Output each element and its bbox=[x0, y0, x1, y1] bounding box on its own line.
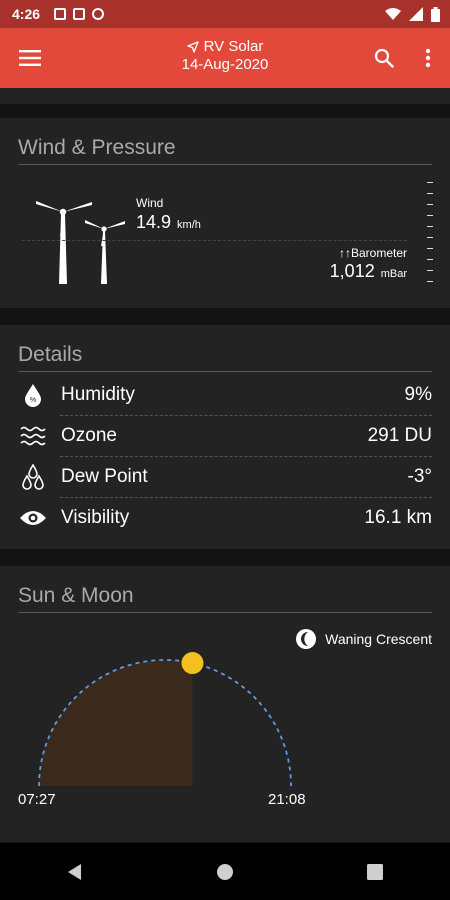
sunrise-time: 07:27 bbox=[18, 791, 56, 808]
barometer-label: Barometer bbox=[350, 246, 407, 260]
status-time: 4:26 bbox=[12, 6, 41, 22]
detail-row-humidity: % Humidity 9% bbox=[18, 375, 432, 415]
barometer-scale bbox=[427, 182, 433, 292]
svg-text:%: % bbox=[30, 397, 36, 404]
details-divider bbox=[18, 371, 432, 372]
search-icon bbox=[374, 48, 394, 68]
wind-baseline bbox=[22, 240, 407, 241]
wind-unit: km/h bbox=[177, 219, 201, 231]
detail-label: Dew Point bbox=[61, 466, 148, 487]
detail-label: Ozone bbox=[61, 425, 117, 446]
detail-label: Visibility bbox=[61, 507, 130, 528]
details-title: Details bbox=[18, 343, 83, 366]
barometer-label-group: ↑↑Barometer bbox=[339, 246, 407, 260]
hamburger-menu-icon bbox=[19, 50, 41, 66]
recents-button[interactable] bbox=[345, 843, 405, 900]
back-button[interactable] bbox=[45, 843, 105, 900]
sunset-time: 21:08 bbox=[268, 791, 306, 808]
detail-row-dew-point: Dew Point -3° bbox=[18, 457, 432, 497]
sync-icon bbox=[92, 8, 105, 20]
daylight-area bbox=[39, 660, 193, 786]
detail-row-visibility: Visibility 16.1 km bbox=[18, 498, 432, 538]
system-icons bbox=[385, 6, 440, 22]
barometer-unit: mBar bbox=[380, 268, 407, 280]
detail-value: 291 DU bbox=[367, 425, 432, 446]
detail-value: 16.1 km bbox=[364, 507, 432, 528]
detail-value: -3° bbox=[407, 466, 433, 487]
back-triangle-icon bbox=[68, 863, 81, 880]
home-circle-icon bbox=[217, 863, 233, 880]
barometer-value: 1,012 bbox=[329, 261, 375, 281]
wind-pressure-divider bbox=[18, 164, 432, 165]
sun-path-graph bbox=[38, 652, 292, 787]
location-arrow-icon bbox=[186, 41, 199, 53]
sun-moon-card: Sun & Moon Waning Crescent 07:27 21:08 bbox=[0, 566, 450, 842]
more-vertical-icon bbox=[425, 48, 431, 68]
detail-value: 9% bbox=[404, 384, 432, 405]
photo-notification-icon bbox=[54, 8, 67, 20]
signal-icon bbox=[409, 7, 423, 21]
sd-card-icon bbox=[73, 8, 86, 20]
battery-icon bbox=[431, 6, 440, 22]
sun-position-marker bbox=[181, 652, 204, 675]
menu-button[interactable] bbox=[0, 28, 60, 88]
app-title: RV Solar bbox=[203, 38, 264, 55]
wind-value-group: 14.9 km/h bbox=[136, 212, 201, 233]
wifi-icon bbox=[385, 8, 401, 20]
barometer-value-group: 1,012 mBar bbox=[330, 261, 407, 282]
status-bar: 4:26 bbox=[0, 0, 450, 28]
wind-pressure-card: Wind & Pressure Wind 14.9 km/h ↑↑Baromete… bbox=[0, 118, 450, 308]
ozone-waves-icon bbox=[18, 425, 48, 447]
humidity-drop-icon: % bbox=[18, 383, 48, 407]
navigation-bar bbox=[0, 843, 450, 900]
search-button[interactable] bbox=[362, 28, 406, 88]
wind-pressure-title: Wind & Pressure bbox=[18, 136, 176, 159]
wind-label: Wind bbox=[136, 196, 164, 210]
barometer-trend: ↑↑ bbox=[338, 246, 351, 260]
wind-turbine-icon bbox=[36, 201, 125, 284]
app-bar: RV Solar 14-Aug-2020 bbox=[0, 28, 450, 88]
recents-square-icon bbox=[367, 863, 383, 880]
app-actions bbox=[362, 28, 450, 88]
details-card: Details % Humidity 9% Ozone 291 DU Dew P… bbox=[0, 325, 450, 549]
notification-icons bbox=[54, 8, 105, 20]
wind-value: 14.9 bbox=[136, 212, 172, 232]
detail-label: Humidity bbox=[61, 384, 135, 405]
detail-row-ozone: Ozone 291 DU bbox=[18, 416, 432, 456]
previous-card-partial bbox=[0, 88, 450, 104]
home-button[interactable] bbox=[195, 843, 255, 900]
overflow-menu-button[interactable] bbox=[406, 28, 450, 88]
dew-drops-icon bbox=[18, 464, 48, 490]
eye-icon bbox=[18, 509, 48, 527]
